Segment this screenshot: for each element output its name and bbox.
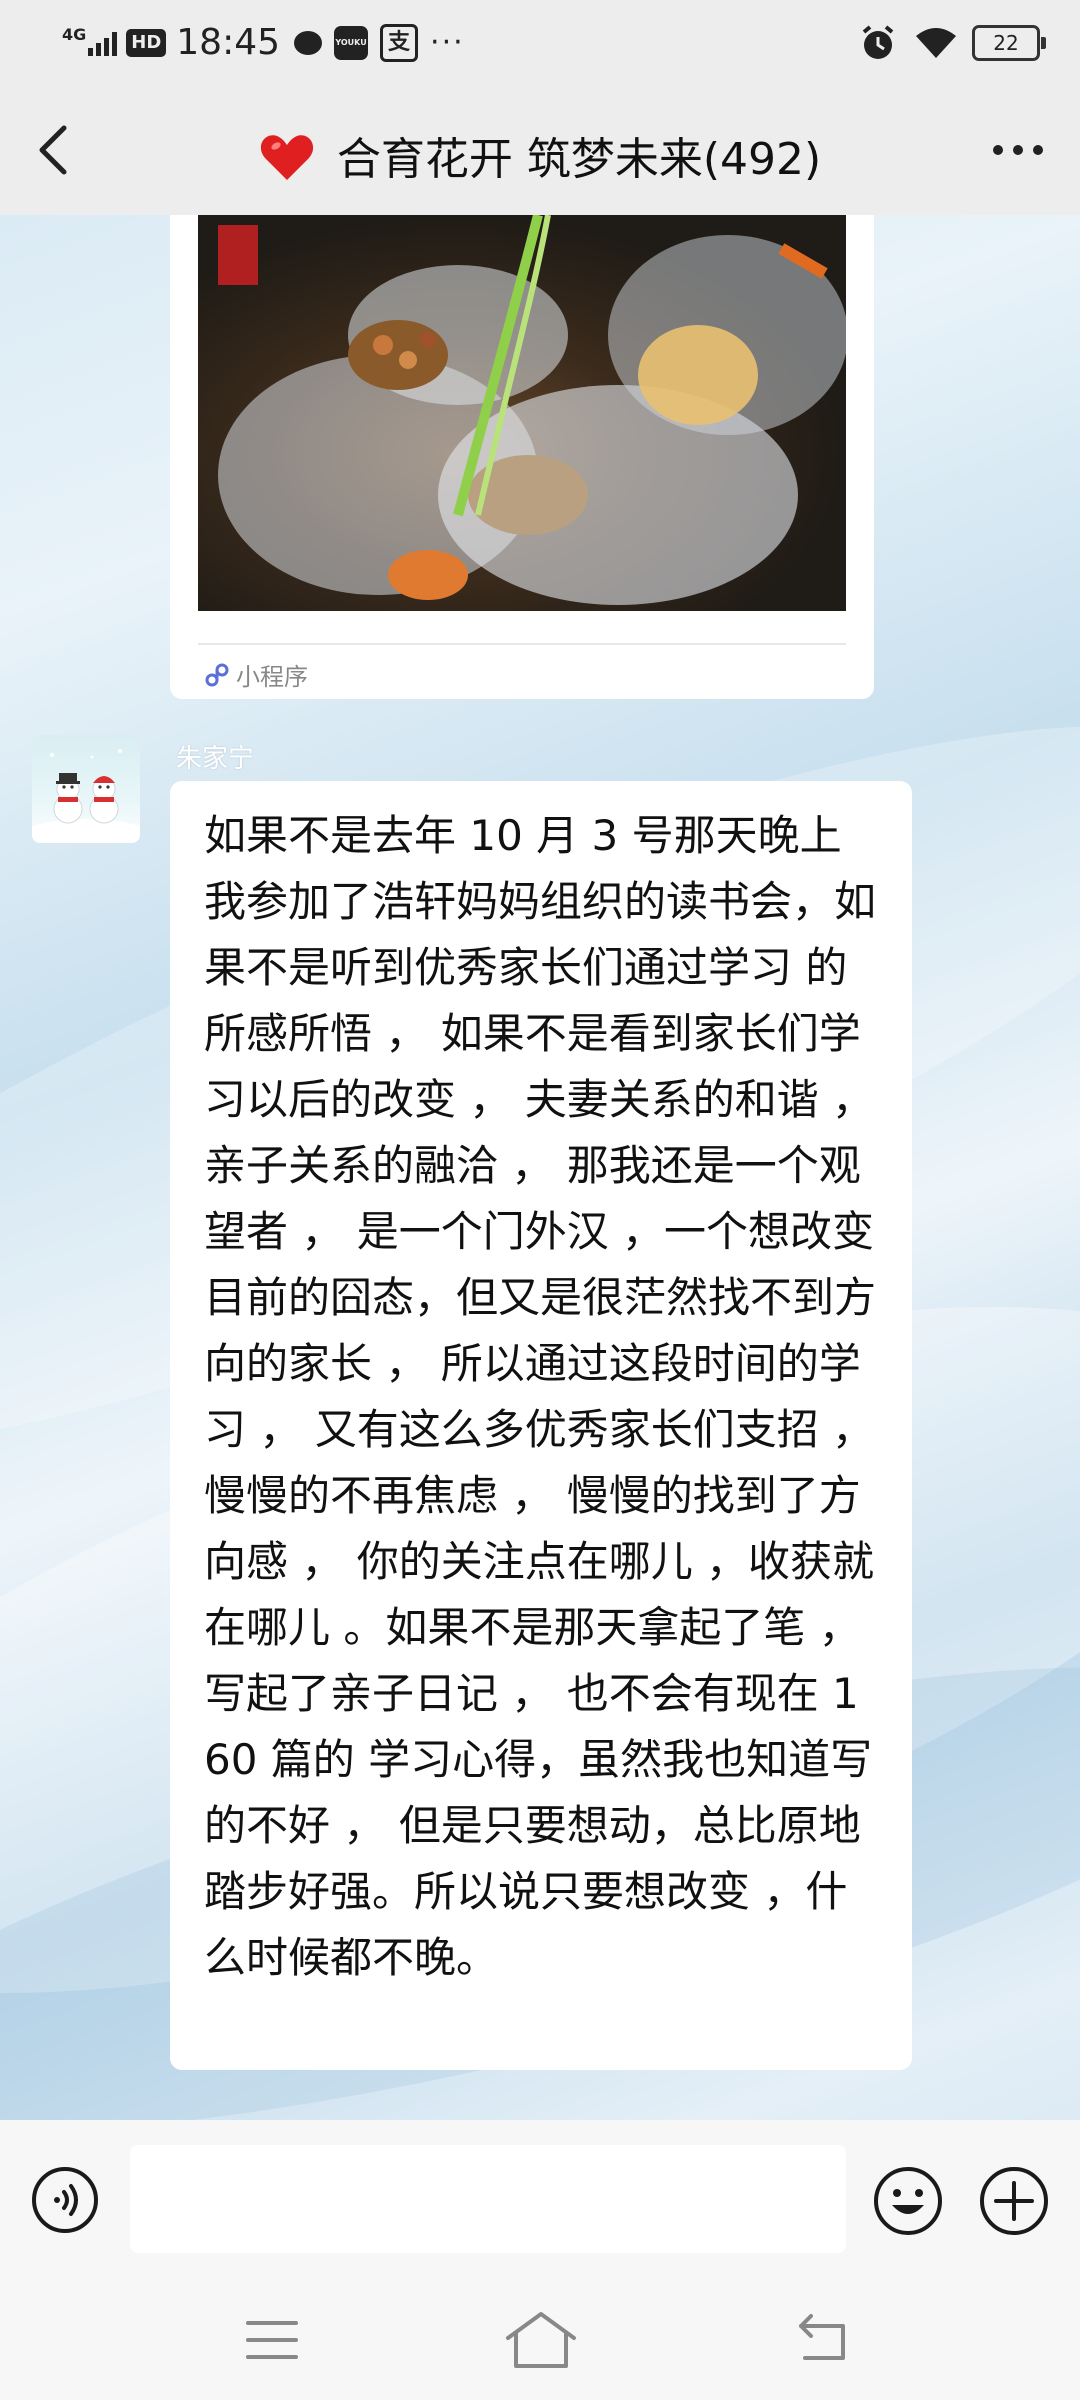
back-nav-button[interactable] (795, 2310, 851, 2366)
chat-title-bar: 合育花开 筑梦未来(492) (0, 85, 1080, 215)
status-bar: 4G HD 18:45 YOUKU 支 ··· 22 (0, 0, 1080, 85)
more-options-button[interactable] (988, 130, 1048, 170)
message-input[interactable] (130, 2145, 846, 2253)
top-bar: 4G HD 18:45 YOUKU 支 ··· 22 合育花开 筑梦未来(492… (0, 0, 1080, 215)
status-time: 18:45 (176, 22, 281, 63)
message-text: 如果不是去年 10 月 3 号那天晚上我参加了浩轩妈妈组织的读书会，如果不是听到… (204, 811, 888, 1982)
mini-program-icon (205, 663, 229, 686)
sender-name: 朱家宁 (176, 744, 255, 774)
mini-program-thumbnail (198, 215, 846, 611)
mini-program-text: 小程序 (236, 663, 308, 691)
chat-screen: 4G HD 18:45 YOUKU 支 ··· 22 合育花开 筑梦未来(492… (0, 0, 1080, 2400)
alarm-icon (862, 25, 894, 59)
hd-badge: HD (126, 28, 167, 57)
divider (198, 643, 846, 645)
mini-program-card[interactable]: 小程序 (170, 215, 874, 699)
zhi-icon: 支 (380, 23, 419, 62)
voice-input-button[interactable] (30, 2165, 100, 2235)
input-bar (0, 2120, 1080, 2280)
more-functions-button[interactable] (978, 2165, 1050, 2237)
home-button[interactable] (504, 2308, 578, 2372)
network-type: 4G (62, 25, 87, 44)
youku-icon: YOUKU (334, 25, 369, 60)
signal-icon (88, 30, 120, 56)
sender-avatar[interactable] (32, 735, 140, 843)
chat-title: 合育花开 筑梦未来(492) (336, 134, 822, 185)
message-notification-icon (294, 30, 323, 55)
heart-icon (260, 135, 313, 180)
wifi-icon (916, 28, 956, 58)
system-nav-bar (0, 2280, 1080, 2400)
message-bubble[interactable]: 如果不是去年 10 月 3 号那天晚上我参加了浩轩妈妈组织的读书会，如果不是听到… (170, 781, 912, 2070)
recent-apps-button[interactable] (244, 2315, 300, 2365)
mini-program-label: 小程序 (204, 657, 308, 692)
more-notifications-icon: ··· (430, 25, 465, 60)
battery-indicator: 22 (972, 25, 1046, 61)
emoji-button[interactable] (872, 2165, 944, 2237)
